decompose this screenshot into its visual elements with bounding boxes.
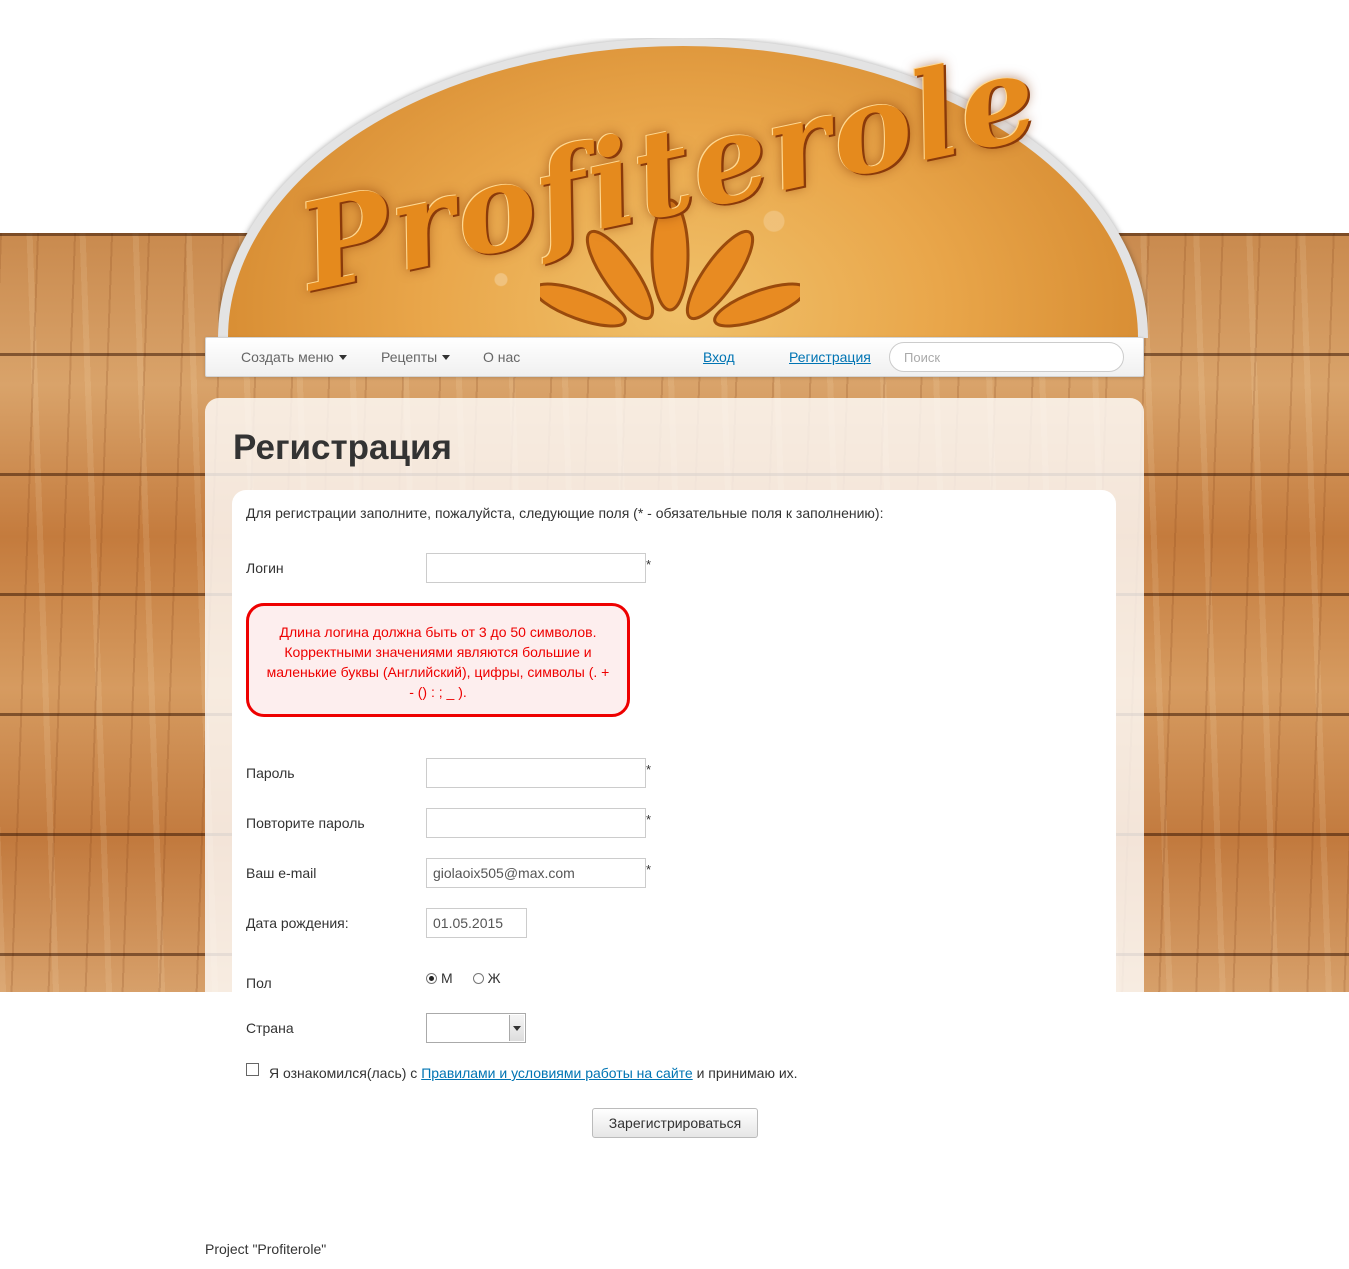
page-title: Регистрация <box>233 428 452 467</box>
agree-suffix: и принимаю их. <box>696 1065 798 1081</box>
chevron-down-icon <box>338 355 347 360</box>
chevron-down-icon <box>442 355 451 360</box>
gender-female-radio[interactable]: Ж <box>472 970 501 986</box>
terms-link[interactable]: Правилами и условиями работы на сайте <box>421 1065 693 1081</box>
search-input[interactable] <box>889 342 1124 372</box>
birthdate-label: Дата рождения: <box>246 915 349 931</box>
nav-create-menu[interactable]: Создать меню <box>241 349 347 365</box>
login-required-mark: * <box>646 557 652 572</box>
email-label: Ваш e-mail <box>246 865 317 881</box>
register-link[interactable]: Регистрация <box>789 349 871 365</box>
password-input[interactable] <box>426 758 646 788</box>
agree-text: Я ознакомился(лась) с Правилами и услови… <box>269 1065 798 1081</box>
nav-about[interactable]: О нас <box>483 349 520 365</box>
registration-form <box>232 490 1116 1000</box>
nav-about-label: О нас <box>483 349 521 365</box>
nav-recipes-label: Рецепты <box>381 349 438 365</box>
login-input[interactable] <box>426 553 646 583</box>
register-button[interactable]: Зарегистрироваться <box>592 1108 758 1138</box>
password-required-mark: * <box>646 762 652 777</box>
password-repeat-input[interactable] <box>426 808 646 838</box>
birthdate-field[interactable] <box>426 908 527 938</box>
gender-female-label: Ж <box>487 970 501 986</box>
dropdown-arrow-icon <box>509 1015 524 1041</box>
radio-checked-icon <box>426 972 437 984</box>
gender-options: М Ж <box>426 970 501 986</box>
login-link[interactable]: Вход <box>703 349 735 365</box>
country-label: Страна <box>246 1020 294 1036</box>
radio-unchecked-icon <box>472 972 484 984</box>
country-select[interactable] <box>426 1013 526 1043</box>
gender-label: Пол <box>246 975 272 991</box>
gender-male-radio[interactable]: М <box>426 970 453 986</box>
gender-male-label: М <box>441 970 453 986</box>
nav-create-menu-label: Создать меню <box>241 349 334 365</box>
main-navbar: Создать меню Рецепты О нас Вход Регистра… <box>205 337 1144 377</box>
password-repeat-label: Повторите пароль <box>246 815 365 831</box>
password-label: Пароль <box>246 765 295 781</box>
agree-prefix: Я ознакомился(лась) с <box>269 1065 418 1081</box>
agree-checkbox[interactable] <box>246 1063 259 1076</box>
login-label: Логин <box>246 560 284 576</box>
footer-text: Project "Profiterole" <box>205 1241 327 1257</box>
email-field[interactable] <box>426 858 646 888</box>
form-intro: Для регистрации заполните, пожалуйста, с… <box>246 505 884 521</box>
login-error-message: Длина логина должна быть от 3 до 50 симв… <box>246 603 630 717</box>
password-repeat-required-mark: * <box>646 812 652 827</box>
email-required-mark: * <box>646 862 652 877</box>
nav-recipes[interactable]: Рецепты <box>381 349 451 365</box>
